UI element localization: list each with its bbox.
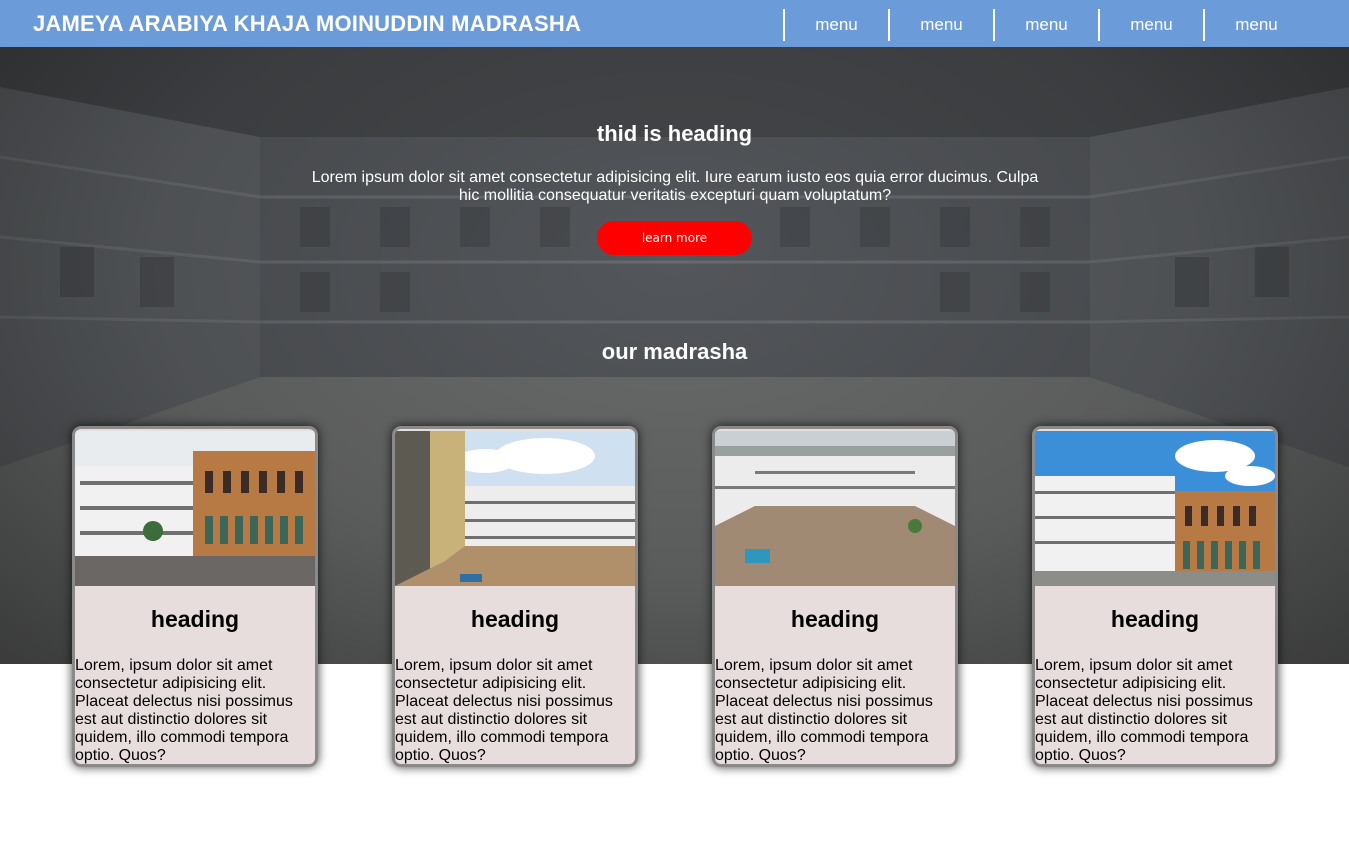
card-title: heading (150, 606, 240, 632)
navbar: JAMEYA ARABIYA KHAJA MOINUDDIN MADRASHA … (0, 0, 1349, 47)
card-image-madrasha-aerial (715, 431, 955, 586)
learn-more-button[interactable]: learn more (597, 221, 752, 255)
card-2[interactable]: heading Lorem, ipsum dolor sit amet cons… (392, 426, 638, 767)
site-title[interactable]: JAMEYA ARABIYA KHAJA MOINUDDIN MADRASHA (33, 11, 581, 37)
card-1[interactable]: heading Lorem, ipsum dolor sit amet cons… (72, 426, 318, 767)
card-title: heading (1110, 606, 1200, 632)
card-text: Lorem, ipsum dolor sit amet consectetur … (715, 657, 933, 764)
card-text: Lorem, ipsum dolor sit amet consectetur … (1035, 657, 1253, 764)
nav-menu-item-3[interactable]: menu (993, 9, 1098, 41)
card-text: Lorem, ipsum dolor sit amet consectetur … (75, 657, 293, 764)
nav-menu-item-1[interactable]: menu (783, 9, 888, 41)
hero-heading: thid is heading (596, 121, 753, 146)
card-text: Lorem, ipsum dolor sit amet consectetur … (395, 657, 613, 764)
card-4[interactable]: heading Lorem, ipsum dolor sit amet cons… (1032, 426, 1278, 767)
card-image-madrasha-courtyard (395, 431, 635, 586)
section-heading: our madrasha (601, 339, 748, 364)
nav-menu: menu menu menu menu menu (783, 9, 1308, 41)
card-title: heading (790, 606, 880, 632)
card-image-madrasha-building (75, 431, 315, 586)
card-3[interactable]: heading Lorem, ipsum dolor sit amet cons… (712, 426, 958, 767)
hero-description: Lorem ipsum dolor sit amet consectetur a… (311, 169, 1039, 204)
card-image-madrasha-facade (1035, 431, 1275, 586)
card-title: heading (470, 606, 560, 632)
nav-menu-item-5[interactable]: menu (1203, 9, 1308, 41)
nav-menu-item-4[interactable]: menu (1098, 9, 1203, 41)
nav-menu-item-2[interactable]: menu (888, 9, 993, 41)
